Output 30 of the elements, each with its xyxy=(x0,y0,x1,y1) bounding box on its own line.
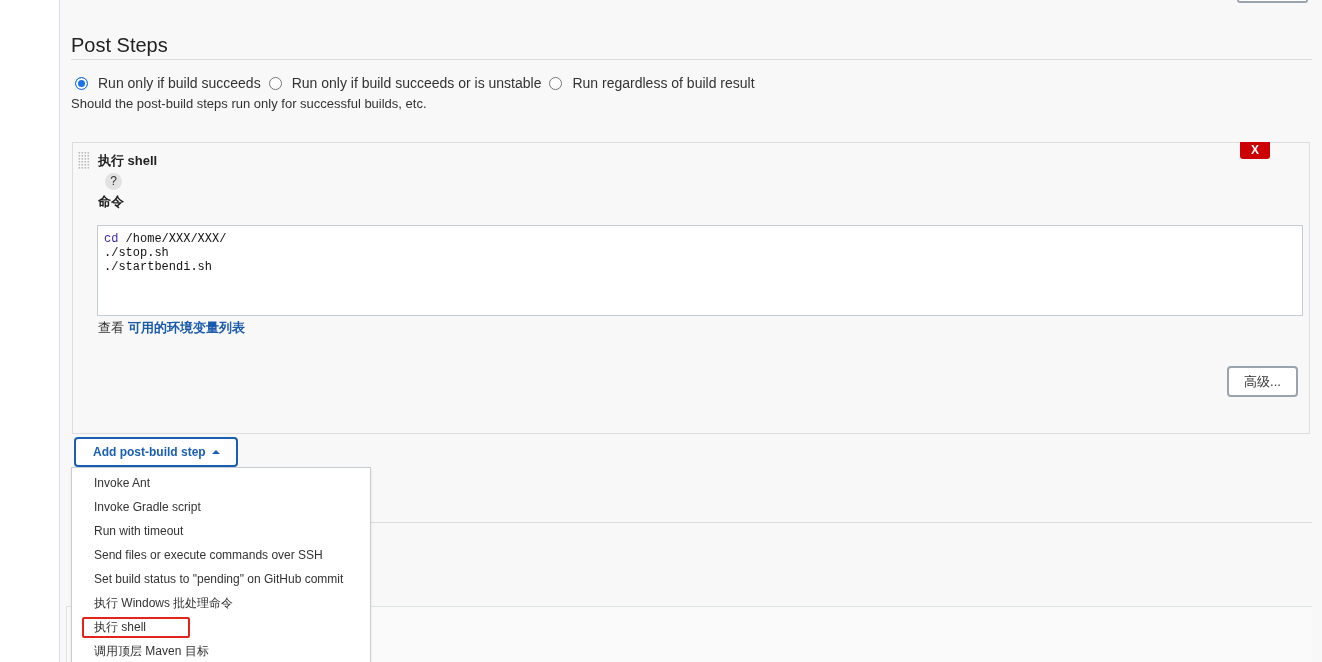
radio-button-icon[interactable] xyxy=(549,76,563,90)
menu-item[interactable]: Invoke Gradle script xyxy=(72,495,370,519)
section-heading: Post Steps xyxy=(71,33,168,57)
menu-item[interactable]: Set build status to "pending" on GitHub commit xyxy=(72,567,370,591)
menu-item[interactable]: Send files or execute commands over SSH xyxy=(72,543,370,567)
radio-button-icon[interactable] xyxy=(268,76,282,90)
code-line: cd /home/XXX/XXX/ xyxy=(104,232,227,246)
menu-item[interactable]: 执行 shell xyxy=(72,615,370,639)
drag-handle-icon[interactable] xyxy=(78,151,90,170)
radio-option[interactable]: Run only if build succeeds or is unstable xyxy=(268,74,542,92)
partial-button[interactable] xyxy=(1237,0,1308,3)
advanced-button[interactable]: 高级... xyxy=(1227,366,1298,397)
view-label: 查看 xyxy=(98,319,124,337)
code-line: ./startbendi.sh xyxy=(104,260,213,274)
radio-button-icon[interactable] xyxy=(75,76,88,90)
add-step-button[interactable]: Add post-build step xyxy=(74,437,238,467)
radio-option[interactable]: Run regardless of build result xyxy=(549,74,755,92)
env-vars-link[interactable]: 可用的环境变量列表 xyxy=(128,319,245,337)
step-title: 执行 shell xyxy=(98,152,158,170)
menu-item[interactable]: Run with timeout xyxy=(72,519,370,543)
menu-item[interactable]: 调用顶层 Maven 目标 xyxy=(72,639,370,662)
menu-item[interactable]: 执行 Windows 批处理命令 xyxy=(72,591,370,615)
field-label: 命令 xyxy=(98,193,124,211)
help-text: Should the post-build steps run only for successful builds, etc. xyxy=(71,95,427,113)
command-field[interactable]: cd /home/XXX/XXX/ ./stop.sh ./startbendi.sh xyxy=(97,225,1303,316)
menu-item[interactable]: Invoke Ant xyxy=(72,471,370,495)
help-button[interactable]: ? xyxy=(105,173,122,190)
radio-option[interactable]: Run only if build succeeds xyxy=(75,74,261,92)
code-line: ./stop.sh xyxy=(104,246,169,260)
delete-button[interactable]: X xyxy=(1240,142,1270,159)
